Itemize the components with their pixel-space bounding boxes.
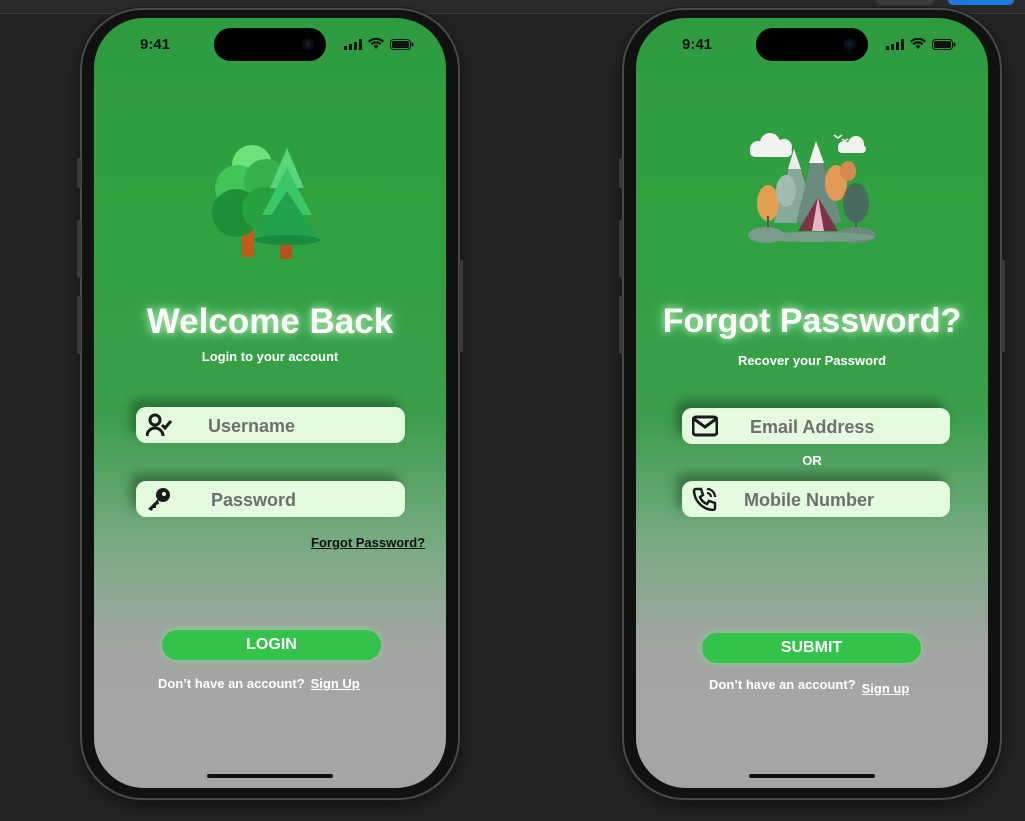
wifi-icon: [910, 38, 926, 49]
signal-icon: [886, 38, 904, 50]
username-input[interactable]: Username: [208, 416, 295, 437]
battery-icon: [390, 38, 414, 50]
password-input[interactable]: Password: [211, 490, 296, 511]
volume-up-button: [77, 220, 81, 278]
phone-call-icon: [692, 487, 717, 511]
mute-switch: [619, 158, 623, 188]
page-title: Forgot Password?: [662, 302, 962, 340]
home-indicator[interactable]: [749, 774, 875, 778]
status-time: 9:41: [140, 36, 171, 53]
power-button: [1001, 260, 1005, 352]
submit-button[interactable]: SUBMIT: [702, 633, 921, 663]
no-account-text: Don’t have an account?: [158, 676, 305, 691]
key-icon: [148, 488, 170, 511]
mobile-field[interactable]: Mobile Number: [682, 481, 950, 517]
toolbar-button[interactable]: [876, 0, 934, 5]
login-button[interactable]: LOGIN: [162, 630, 381, 660]
signup-link[interactable]: Sign Up: [311, 676, 360, 691]
volume-up-button: [619, 220, 623, 278]
login-screen: 9:41 Welcome Back Login to your account: [94, 18, 446, 788]
dynamic-island: [756, 28, 868, 61]
dynamic-island: [214, 28, 326, 61]
user-check-icon: [146, 413, 172, 437]
mute-switch: [77, 158, 81, 188]
signup-prompt: Don’t have an account? Sign Up: [158, 676, 360, 691]
share-button[interactable]: [948, 0, 1014, 5]
page-title: Welcome Back: [146, 302, 394, 341]
home-indicator[interactable]: [207, 774, 333, 778]
mobile-input[interactable]: Mobile Number: [744, 490, 874, 511]
volume-down-button: [619, 296, 623, 354]
no-account-text: Don’t have an account?: [709, 677, 856, 692]
or-divider: OR: [802, 453, 822, 468]
page-subtitle: Login to your account: [201, 349, 339, 364]
signal-icon: [344, 38, 362, 50]
status-icons: [886, 38, 956, 50]
camera-icon: [844, 38, 856, 50]
status-icons: [344, 38, 414, 50]
camping-illustration: [748, 133, 876, 243]
phone-frame-login: 9:41 Welcome Back Login to your account: [77, 10, 463, 798]
page-subtitle: Recover your Password: [737, 353, 887, 368]
battery-icon: [932, 38, 956, 50]
forgot-password-screen: 9:41 Forgot Password? Recover your Passw…: [636, 18, 988, 788]
camera-icon: [302, 38, 314, 50]
tree-illustration: [212, 145, 320, 259]
wifi-icon: [368, 38, 384, 49]
forgot-password-link[interactable]: Forgot Password?: [311, 535, 425, 550]
mail-icon: [692, 415, 718, 437]
power-button: [459, 260, 463, 352]
volume-down-button: [77, 296, 81, 354]
status-time: 9:41: [682, 36, 713, 53]
password-field[interactable]: Password: [136, 481, 405, 517]
signup-prompt: Don’t have an account? Sign up: [709, 677, 909, 696]
signup-link[interactable]: Sign up: [862, 681, 910, 696]
phone-frame-forgot: 9:41 Forgot Password? Recover your Passw…: [619, 10, 1005, 798]
email-input[interactable]: Email Address: [750, 417, 874, 438]
username-field[interactable]: Username: [136, 407, 405, 443]
email-field[interactable]: Email Address: [682, 408, 950, 444]
